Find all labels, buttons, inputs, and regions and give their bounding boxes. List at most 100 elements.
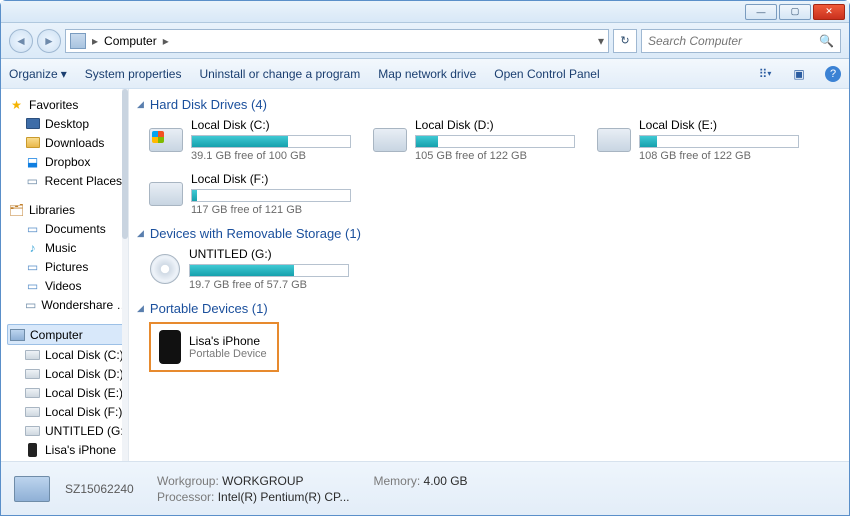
computer-name: SZ15062240 bbox=[65, 482, 145, 496]
sidebar-libraries[interactable]: 🗂Libraries bbox=[7, 200, 124, 219]
drive-g[interactable]: UNTITLED (G:) 19.7 GB free of 57.7 GB bbox=[149, 247, 349, 291]
main-area: ★Favorites Desktop Downloads ⬓Dropbox ▭R… bbox=[1, 89, 849, 461]
computer-icon bbox=[70, 33, 86, 49]
sidebar-pictures[interactable]: ▭Pictures bbox=[7, 257, 124, 276]
collapse-icon: ◢ bbox=[137, 99, 144, 110]
free-space: 19.7 GB free of 57.7 GB bbox=[189, 279, 349, 291]
capacity-fill bbox=[192, 136, 288, 147]
music-icon: ♪ bbox=[25, 240, 40, 255]
sidebar-local-disk-d[interactable]: Local Disk (D:) bbox=[7, 364, 124, 383]
view-options-icon[interactable]: ⠿▾ bbox=[757, 66, 773, 82]
drive-e[interactable]: Local Disk (E:) 108 GB free of 122 GB bbox=[597, 118, 797, 162]
scrollbar-thumb[interactable] bbox=[122, 89, 128, 239]
portable-device-iphone[interactable]: Lisa's iPhone Portable Device bbox=[149, 322, 279, 372]
dropbox-icon: ⬓ bbox=[25, 154, 40, 169]
documents-icon: ▭ bbox=[25, 221, 40, 236]
chevron-right-icon: ▸ bbox=[92, 34, 98, 48]
capacity-bar bbox=[415, 135, 575, 148]
sidebar-dropbox[interactable]: ⬓Dropbox bbox=[7, 152, 124, 171]
folder-icon bbox=[26, 137, 40, 148]
breadcrumb-computer[interactable]: Computer bbox=[104, 34, 157, 48]
recent-places-icon: ▭ bbox=[25, 173, 40, 188]
content-pane: ◢Hard Disk Drives (4) Local Disk (C:) 39… bbox=[129, 89, 849, 461]
sidebar-local-disk-e[interactable]: Local Disk (E:) bbox=[7, 383, 124, 402]
capacity-bar bbox=[639, 135, 799, 148]
drive-icon bbox=[25, 426, 40, 436]
drive-label: Local Disk (F:) bbox=[191, 172, 351, 186]
processor-value: Intel(R) Pentium(R) CP... bbox=[218, 490, 350, 504]
workgroup-label: Workgroup: bbox=[157, 474, 219, 488]
organize-menu[interactable]: Organize ▾ bbox=[9, 67, 67, 81]
phone-icon bbox=[159, 330, 181, 364]
sidebar-favorites[interactable]: ★Favorites bbox=[7, 95, 124, 114]
sidebar-computer[interactable]: Computer bbox=[7, 324, 124, 345]
phone-icon bbox=[28, 443, 37, 457]
address-dropdown-icon[interactable]: ▾ bbox=[598, 34, 604, 48]
minimize-button[interactable]: — bbox=[745, 4, 777, 20]
drive-icon bbox=[25, 388, 40, 398]
maximize-button[interactable]: ▢ bbox=[779, 4, 811, 20]
address-bar[interactable]: ▸ Computer ▸ ▾ bbox=[65, 29, 609, 53]
help-icon[interactable]: ? bbox=[825, 66, 841, 82]
sidebar-videos[interactable]: ▭Videos bbox=[7, 276, 124, 295]
navigation-pane: ★Favorites Desktop Downloads ⬓Dropbox ▭R… bbox=[1, 89, 129, 461]
capacity-bar bbox=[191, 135, 351, 148]
group-removable-storage[interactable]: ◢Devices with Removable Storage (1) bbox=[137, 226, 839, 241]
removable-drive-icon bbox=[150, 254, 180, 284]
folder-icon: ▭ bbox=[25, 297, 36, 312]
system-properties-button[interactable]: System properties bbox=[85, 67, 182, 81]
search-box[interactable]: 🔍 bbox=[641, 29, 841, 53]
capacity-fill bbox=[192, 190, 197, 201]
sidebar-desktop[interactable]: Desktop bbox=[7, 114, 124, 133]
map-network-drive-button[interactable]: Map network drive bbox=[378, 67, 476, 81]
computer-icon bbox=[10, 329, 25, 341]
free-space: 108 GB free of 122 GB bbox=[639, 150, 799, 162]
free-space: 117 GB free of 121 GB bbox=[191, 204, 351, 216]
pictures-icon: ▭ bbox=[25, 259, 40, 274]
sidebar-downloads[interactable]: Downloads bbox=[7, 133, 124, 152]
search-input[interactable] bbox=[648, 34, 819, 48]
details-pane: SZ15062240 Workgroup: WORKGROUP Memory: … bbox=[1, 461, 849, 515]
preview-pane-icon[interactable]: ▣ bbox=[791, 66, 807, 82]
drive-d[interactable]: Local Disk (D:) 105 GB free of 122 GB bbox=[373, 118, 573, 162]
group-hard-disk-drives[interactable]: ◢Hard Disk Drives (4) bbox=[137, 97, 839, 112]
star-icon: ★ bbox=[9, 97, 24, 112]
desktop-icon bbox=[26, 118, 40, 129]
sidebar-untitled-g[interactable]: UNTITLED (G:) bbox=[7, 421, 124, 440]
drive-icon bbox=[25, 407, 40, 417]
drive-f[interactable]: Local Disk (F:) 117 GB free of 121 GB bbox=[149, 172, 349, 216]
sidebar-recent-places[interactable]: ▭Recent Places bbox=[7, 171, 124, 190]
memory-value: 4.00 GB bbox=[424, 474, 468, 488]
computer-large-icon bbox=[11, 469, 53, 509]
back-button[interactable]: ◄ bbox=[9, 29, 33, 53]
libraries-icon: 🗂 bbox=[9, 202, 24, 217]
refresh-button[interactable]: ↻ bbox=[613, 29, 637, 53]
sidebar-iphone[interactable]: Lisa's iPhone bbox=[7, 440, 124, 459]
videos-icon: ▭ bbox=[25, 278, 40, 293]
command-bar: Organize ▾ System properties Uninstall o… bbox=[1, 59, 849, 89]
group-portable-devices[interactable]: ◢Portable Devices (1) bbox=[137, 301, 839, 316]
chevron-right-icon: ▸ bbox=[163, 34, 169, 48]
capacity-bar bbox=[189, 264, 349, 277]
hdd-icon bbox=[597, 128, 631, 152]
sidebar-music[interactable]: ♪Music bbox=[7, 238, 124, 257]
workgroup-value: WORKGROUP bbox=[222, 474, 303, 488]
uninstall-program-button[interactable]: Uninstall or change a program bbox=[199, 67, 360, 81]
sidebar-local-disk-f[interactable]: Local Disk (F:) bbox=[7, 402, 124, 421]
search-icon: 🔍 bbox=[819, 34, 834, 48]
sidebar-scrollbar[interactable] bbox=[122, 89, 128, 461]
drive-c[interactable]: Local Disk (C:) 39.1 GB free of 100 GB bbox=[149, 118, 349, 162]
hdd-icon bbox=[373, 128, 407, 152]
drive-label: Local Disk (C:) bbox=[191, 118, 351, 132]
free-space: 105 GB free of 122 GB bbox=[415, 150, 575, 162]
sidebar-local-disk-c[interactable]: Local Disk (C:) bbox=[7, 345, 124, 364]
close-button[interactable]: ✕ bbox=[813, 4, 845, 20]
free-space: 39.1 GB free of 100 GB bbox=[191, 150, 351, 162]
forward-button[interactable]: ► bbox=[37, 29, 61, 53]
sidebar-wondershare[interactable]: ▭Wondershare … bbox=[7, 295, 124, 314]
hdd-windows-icon bbox=[149, 128, 183, 152]
capacity-fill bbox=[416, 136, 438, 147]
address-row: ◄ ► ▸ Computer ▸ ▾ ↻ 🔍 bbox=[1, 23, 849, 59]
open-control-panel-button[interactable]: Open Control Panel bbox=[494, 67, 599, 81]
sidebar-documents[interactable]: ▭Documents bbox=[7, 219, 124, 238]
